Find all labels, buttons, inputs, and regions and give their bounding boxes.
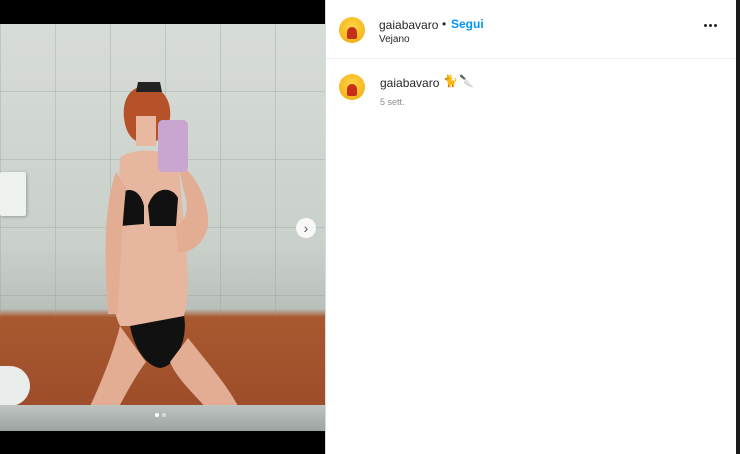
author-username[interactable]: gaiabavaro	[379, 18, 438, 32]
post-header: gaiabavaro • Segui Vejano	[326, 0, 737, 59]
media-pane: ›	[0, 0, 325, 454]
carousel-dot-active	[155, 413, 159, 417]
avatar[interactable]	[339, 17, 365, 43]
carousel-indicator	[155, 413, 166, 417]
caption-username[interactable]: gaiabavaro	[380, 76, 439, 90]
wall-light	[0, 172, 26, 216]
more-options-button[interactable]	[704, 24, 717, 27]
details-pane: gaiabavaro • Segui Vejano gaiabavaro 🐈 🔪…	[325, 0, 737, 454]
next-photo-button[interactable]: ›	[296, 218, 316, 238]
chevron-right-icon: ›	[303, 220, 309, 236]
caption-avatar[interactable]	[339, 74, 365, 100]
follow-button[interactable]: Segui	[451, 17, 484, 31]
knife-emoji-icon: 🔪	[459, 74, 474, 88]
caption-timestamp[interactable]: 5 sett.	[380, 97, 405, 107]
window-edge	[736, 0, 740, 454]
header-separator: •	[442, 17, 447, 31]
carousel-dot	[162, 413, 166, 417]
cat-emoji-icon: 🐈	[443, 74, 458, 88]
post-location[interactable]: Vejano	[379, 34, 410, 45]
person-figure	[80, 82, 248, 428]
post-photo[interactable]	[0, 24, 325, 431]
sink	[0, 366, 30, 406]
more-horizontal-icon	[704, 24, 707, 27]
counter	[0, 405, 325, 431]
